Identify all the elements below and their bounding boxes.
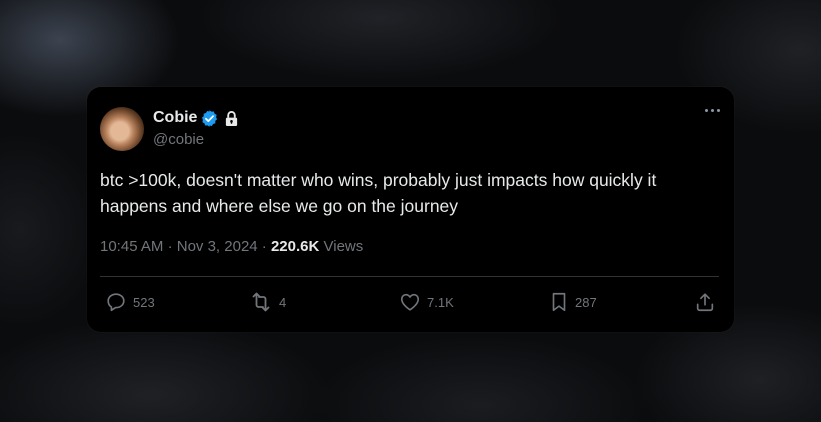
- reply-button[interactable]: 523: [105, 291, 155, 313]
- bookmark-count: 287: [575, 294, 597, 310]
- tweet-date[interactable]: Nov 3, 2024: [177, 238, 258, 255]
- tweet-card: Cobie @cobie btc >100k, doesn't matter w…: [87, 87, 734, 332]
- avatar[interactable]: [100, 107, 144, 151]
- views-label: Views: [323, 238, 364, 255]
- bookmark-button[interactable]: 287: [549, 291, 597, 313]
- repost-count: 4: [279, 294, 287, 310]
- share-button[interactable]: [694, 291, 716, 313]
- verified-badge-icon: [200, 109, 219, 128]
- meta-separator: ·: [261, 238, 267, 255]
- meta-separator: ·: [167, 238, 173, 255]
- views-count: 220.6K: [270, 238, 320, 255]
- reply-count: 523: [133, 294, 155, 310]
- author-name-row: Cobie: [153, 108, 239, 128]
- share-icon: [694, 291, 716, 313]
- author-handle[interactable]: @cobie: [153, 131, 204, 148]
- like-count: 7.1K: [427, 294, 454, 310]
- action-bar: 523 4 7.1K 287: [87, 291, 734, 313]
- tweet-time[interactable]: 10:45 AM: [100, 238, 163, 255]
- more-dot: [705, 109, 708, 112]
- more-dot: [711, 109, 714, 112]
- author-display-name[interactable]: Cobie: [153, 109, 197, 127]
- tweet-metadata: 10:45 AM · Nov 3, 2024 · 220.6K Views: [100, 238, 363, 255]
- like-button[interactable]: 7.1K: [399, 291, 454, 313]
- bookmark-icon: [549, 291, 569, 313]
- more-dot: [717, 109, 720, 112]
- repost-button[interactable]: 4: [249, 291, 286, 313]
- reply-icon: [105, 291, 127, 313]
- lock-icon: [224, 110, 239, 127]
- repost-icon: [249, 291, 273, 313]
- heart-icon: [399, 291, 421, 313]
- more-options-icon[interactable]: [705, 109, 720, 112]
- tweet-text: btc >100k, doesn't matter who wins, prob…: [100, 170, 657, 216]
- divider: [100, 276, 719, 277]
